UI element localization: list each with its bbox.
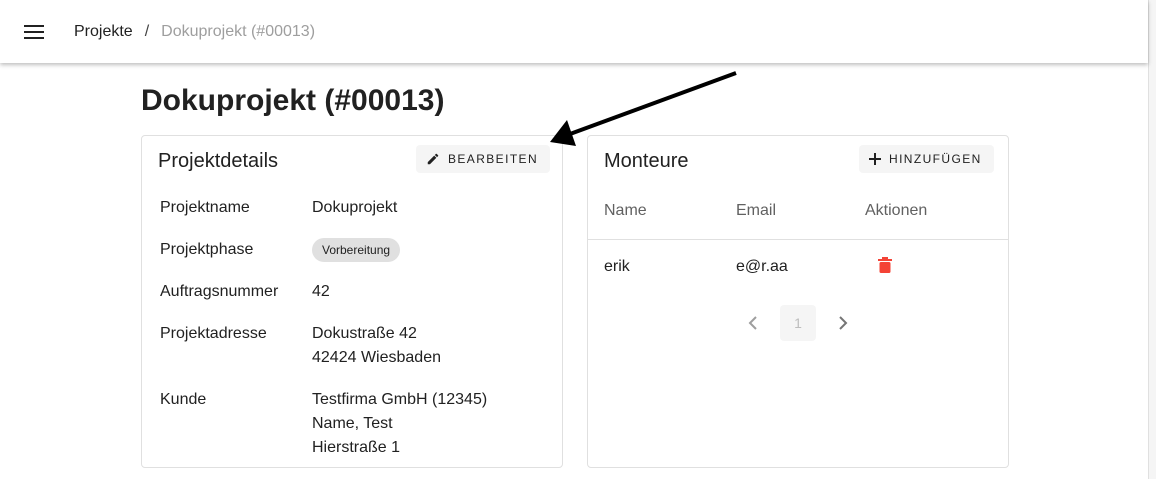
menu-button[interactable] <box>10 8 58 56</box>
address-line: Dokustraße 42 <box>312 325 417 342</box>
column-header-email[interactable]: Email <box>736 202 776 220</box>
detail-row-auftragsnummer: Auftragsnummer 42 <box>160 280 487 304</box>
projektdetails-title: Projektdetails <box>158 150 279 172</box>
projektdetails-card: Projektdetails Bearbeiten Projektname Do… <box>141 135 563 468</box>
edit-button-label: Bearbeiten <box>448 152 539 166</box>
detail-row-kunde: Kunde Testfirma GmbH (12345) Name, Test … <box>160 388 487 460</box>
column-header-name[interactable]: Name <box>604 202 647 220</box>
breadcrumb-current: Dokuprojekt (#00013) <box>161 22 316 40</box>
detail-label: Projektname <box>160 199 250 216</box>
monteure-title: Monteure <box>604 150 689 172</box>
add-button-label: Hinzufügen <box>889 152 982 166</box>
detail-label: Kunde <box>160 391 207 408</box>
phase-chip: Vorbereitung <box>312 238 401 262</box>
detail-row-projektname: Projektname Dokuprojekt <box>160 196 487 220</box>
detail-value: 42 <box>312 283 330 300</box>
customer-line: Name, Test <box>312 415 393 432</box>
customer-line: Testfirma GmbH (12345) <box>312 391 488 408</box>
monteur-name: erik <box>604 258 630 275</box>
monteur-email: e@r.aa <box>736 258 788 275</box>
scrollbar[interactable] <box>1148 0 1156 479</box>
chevron-right-icon <box>839 316 848 330</box>
page-title: Dokuprojekt (#00013) <box>141 84 445 117</box>
add-monteur-button[interactable]: Hinzufügen <box>859 145 994 173</box>
plus-icon <box>869 153 881 165</box>
pagination-prev-button[interactable] <box>738 305 768 341</box>
pagination-page-1[interactable]: 1 <box>780 305 816 341</box>
address-line: 42424 Wiesbaden <box>312 349 441 366</box>
detail-label: Auftragsnummer <box>160 283 279 300</box>
detail-value: Dokuprojekt <box>312 199 398 216</box>
details-list: Projektname Dokuprojekt Projektphase Vor… <box>160 196 487 478</box>
column-header-aktionen: Aktionen <box>865 202 928 219</box>
delete-monteur-button[interactable] <box>878 257 892 278</box>
breadcrumb-separator: / <box>144 22 150 40</box>
customer-line: Hierstraße 1 <box>312 439 401 456</box>
detail-row-projektadresse: Projektadresse Dokustraße 42 42424 Wiesb… <box>160 322 487 370</box>
pencil-icon <box>427 153 439 165</box>
menu-icon <box>24 24 44 39</box>
edit-button[interactable]: Bearbeiten <box>416 145 551 173</box>
detail-row-projektphase: Projektphase Vorbereitung <box>160 238 487 262</box>
table-divider <box>588 239 1008 240</box>
detail-label: Projektphase <box>160 241 254 258</box>
breadcrumb-projekte-link[interactable]: Projekte <box>74 23 133 41</box>
trash-icon <box>878 257 892 273</box>
chevron-left-icon <box>748 316 757 330</box>
pagination-next-button[interactable] <box>828 305 858 341</box>
monteure-card: Monteure Hinzufügen Name Email Aktionen … <box>587 135 1009 468</box>
breadcrumb: Projekte / Dokuprojekt (#00013) <box>74 23 315 41</box>
detail-label: Projektadresse <box>160 325 267 342</box>
app-bar: Projekte / Dokuprojekt (#00013) <box>0 0 1148 63</box>
